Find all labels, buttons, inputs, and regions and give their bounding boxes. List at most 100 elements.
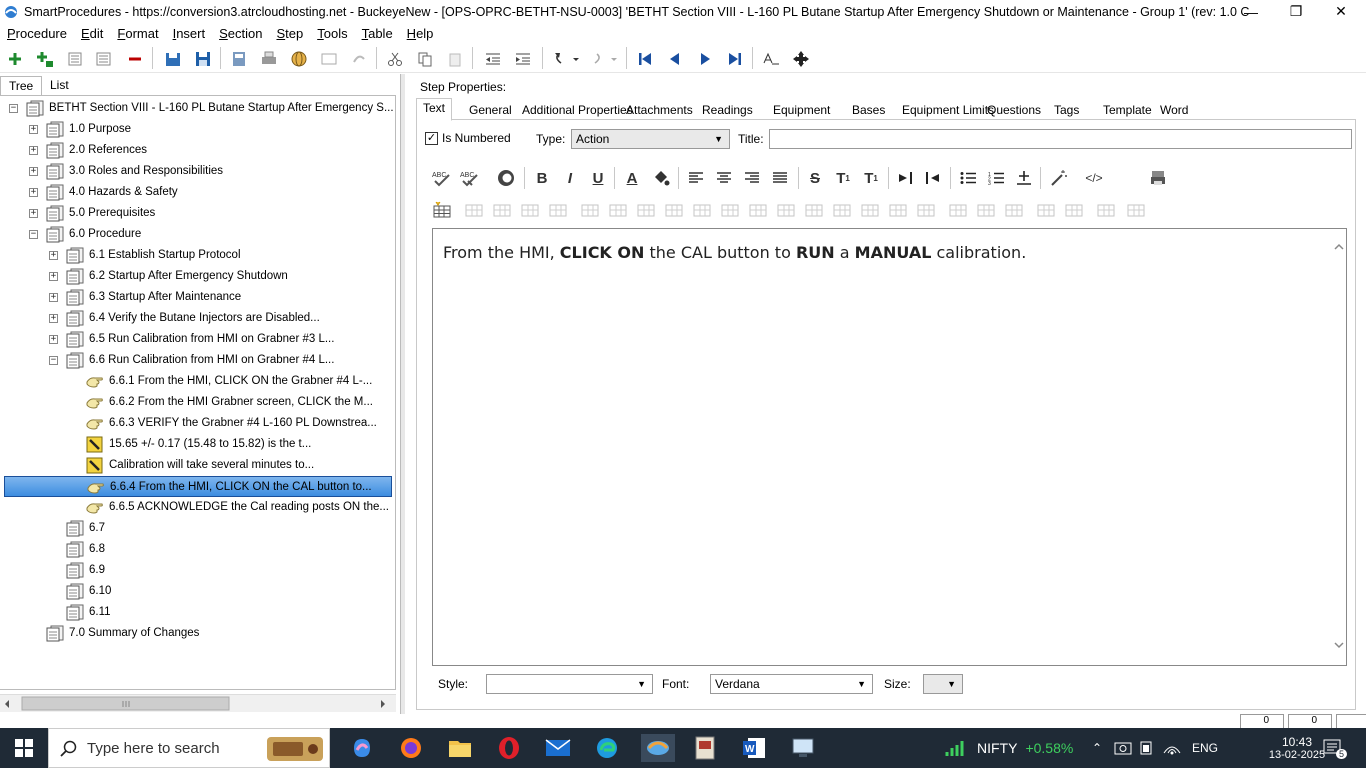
first-icon[interactable] (634, 48, 656, 70)
tree-item[interactable]: 6.6.3 VERIFY the Grabner #4 L-160 PL Dow… (0, 413, 394, 434)
table-tool-icon[interactable] (490, 198, 514, 222)
minimize-button[interactable]: — (1228, 0, 1274, 23)
table-tool-icon[interactable] (774, 198, 798, 222)
outdent-icon[interactable] (482, 48, 504, 70)
tree-item[interactable]: +6.2 Startup After Emergency Shutdown (0, 266, 394, 287)
table-tool-icon[interactable] (462, 198, 486, 222)
expand-icon[interactable]: + (29, 167, 38, 176)
align-center-icon[interactable] (712, 166, 736, 190)
next-icon[interactable] (694, 48, 716, 70)
tree-item[interactable]: +6.3 Startup After Maintenance (0, 287, 394, 308)
copilot-icon[interactable] (347, 734, 377, 762)
tree-item[interactable]: 6.10 (0, 581, 394, 602)
html-source-button[interactable]: </> (1082, 166, 1106, 190)
bold-button[interactable]: B (530, 166, 554, 190)
magic-wand-icon[interactable] (1047, 166, 1071, 190)
menu-tools[interactable]: Tools (310, 26, 354, 41)
menu-help[interactable]: Help (400, 26, 441, 41)
opera-icon[interactable] (494, 734, 524, 762)
undo-icon[interactable] (550, 48, 580, 70)
tab-attachments[interactable]: Attachments (620, 101, 699, 120)
tree-item[interactable]: − BETHT Section VIII - L-160 PL Butane St… (0, 98, 394, 119)
restore-button[interactable]: ❐ (1273, 0, 1319, 23)
table-tool-icon[interactable] (1124, 198, 1148, 222)
tab-text[interactable]: Text (416, 98, 453, 121)
tree-item[interactable]: Calibration will take several minutes to… (0, 455, 394, 476)
tree-item[interactable]: 6.8 (0, 539, 394, 560)
tab-bases[interactable]: Bases (846, 101, 891, 120)
indent-icon[interactable] (512, 48, 534, 70)
outline-icon[interactable] (64, 48, 86, 70)
highlight-icon[interactable] (494, 166, 518, 190)
insert-table-icon[interactable] (430, 198, 454, 222)
expand-icon[interactable]: + (49, 251, 58, 260)
paste-icon[interactable] (444, 48, 466, 70)
underline-button[interactable]: U (586, 166, 610, 190)
tree-item[interactable]: 6.11 (0, 602, 394, 623)
table-tool-icon[interactable] (546, 198, 570, 222)
expand-icon[interactable]: + (49, 272, 58, 281)
battery-icon[interactable] (1138, 740, 1158, 756)
document-app-icon[interactable] (690, 734, 720, 762)
outline-multi-icon[interactable] (94, 48, 116, 70)
table-tool-icon[interactable] (1062, 198, 1086, 222)
table-tool-icon[interactable] (634, 198, 658, 222)
spellcheck-all-icon[interactable]: ABC (458, 166, 482, 190)
tree-item[interactable]: 6.6.4 From the HMI, CLICK ON the CAL but… (4, 476, 392, 497)
table-tool-icon[interactable] (1094, 198, 1118, 222)
wifi-icon[interactable] (1162, 740, 1182, 756)
tree-item[interactable]: 6.6.5 ACKNOWLEDGE the Cal reading posts … (0, 497, 394, 518)
align-right-icon[interactable] (740, 166, 764, 190)
print-icon[interactable] (1146, 166, 1170, 190)
step-text-editor[interactable]: From the HMI, CLICK ON the CAL button to… (432, 228, 1347, 666)
tree-item[interactable]: +2.0 References (0, 140, 394, 161)
expand-icon[interactable]: + (29, 146, 38, 155)
table-tool-icon[interactable] (578, 198, 602, 222)
file-explorer-icon[interactable] (445, 734, 475, 762)
is-numbered-checkbox[interactable]: ✓ (425, 132, 438, 145)
language-indicator[interactable]: ENG (1192, 741, 1218, 755)
expand-icon[interactable]: + (29, 125, 38, 134)
style-select[interactable]: ▼ (486, 674, 653, 694)
delete-icon[interactable] (124, 48, 146, 70)
move-icon[interactable] (790, 48, 812, 70)
collapse-icon[interactable]: − (29, 230, 38, 239)
tree-item[interactable]: +6.4 Verify the Butane Injectors are Dis… (0, 308, 394, 329)
tab-tags[interactable]: Tags (1048, 101, 1085, 120)
menu-section[interactable]: Section (212, 26, 269, 41)
spellcheck-icon[interactable]: ABC (430, 166, 454, 190)
font-select[interactable]: Verdana ▼ (710, 674, 873, 694)
superscript-button[interactable]: T1 (831, 166, 855, 190)
tree-item[interactable]: 6.6.1 From the HMI, CLICK ON the Grabner… (0, 371, 394, 392)
align-justify-icon[interactable] (768, 166, 792, 190)
align-left-icon[interactable] (684, 166, 708, 190)
table-tool-icon[interactable] (518, 198, 542, 222)
table-tool-icon[interactable] (1034, 198, 1058, 222)
italic-button[interactable]: I (558, 166, 582, 190)
notification-center[interactable]: 5 (1322, 728, 1355, 768)
remote-desktop-icon[interactable] (788, 734, 818, 762)
table-tool-icon[interactable] (746, 198, 770, 222)
menu-procedure[interactable]: Procedure (0, 26, 74, 41)
menu-step[interactable]: Step (269, 26, 310, 41)
taskbar-search[interactable]: Type here to search (48, 728, 330, 768)
tree-item[interactable]: 6.7 (0, 518, 394, 539)
spellcheck-icon[interactable] (760, 48, 782, 70)
word-icon[interactable]: W (739, 734, 769, 762)
type-select[interactable]: Action ▼ (571, 129, 730, 149)
tree-item[interactable]: +6.1 Establish Startup Protocol (0, 245, 394, 266)
tree-item[interactable]: +1.0 Purpose (0, 119, 394, 140)
expand-icon[interactable]: + (49, 293, 58, 302)
numbered-list-icon[interactable]: 123 (984, 166, 1008, 190)
splitter[interactable] (400, 74, 405, 714)
copy-icon[interactable] (414, 48, 436, 70)
previous-icon[interactable] (664, 48, 686, 70)
add-subsection-icon[interactable] (34, 48, 56, 70)
table-tool-icon[interactable] (886, 198, 910, 222)
globe-icon[interactable] (288, 48, 310, 70)
horizontal-rule-icon[interactable] (1012, 166, 1036, 190)
firefox-icon[interactable] (396, 734, 426, 762)
tree-item[interactable]: +6.5 Run Calibration from HMI on Grabner… (0, 329, 394, 350)
table-tool-icon[interactable] (802, 198, 826, 222)
bullet-list-icon[interactable] (956, 166, 980, 190)
